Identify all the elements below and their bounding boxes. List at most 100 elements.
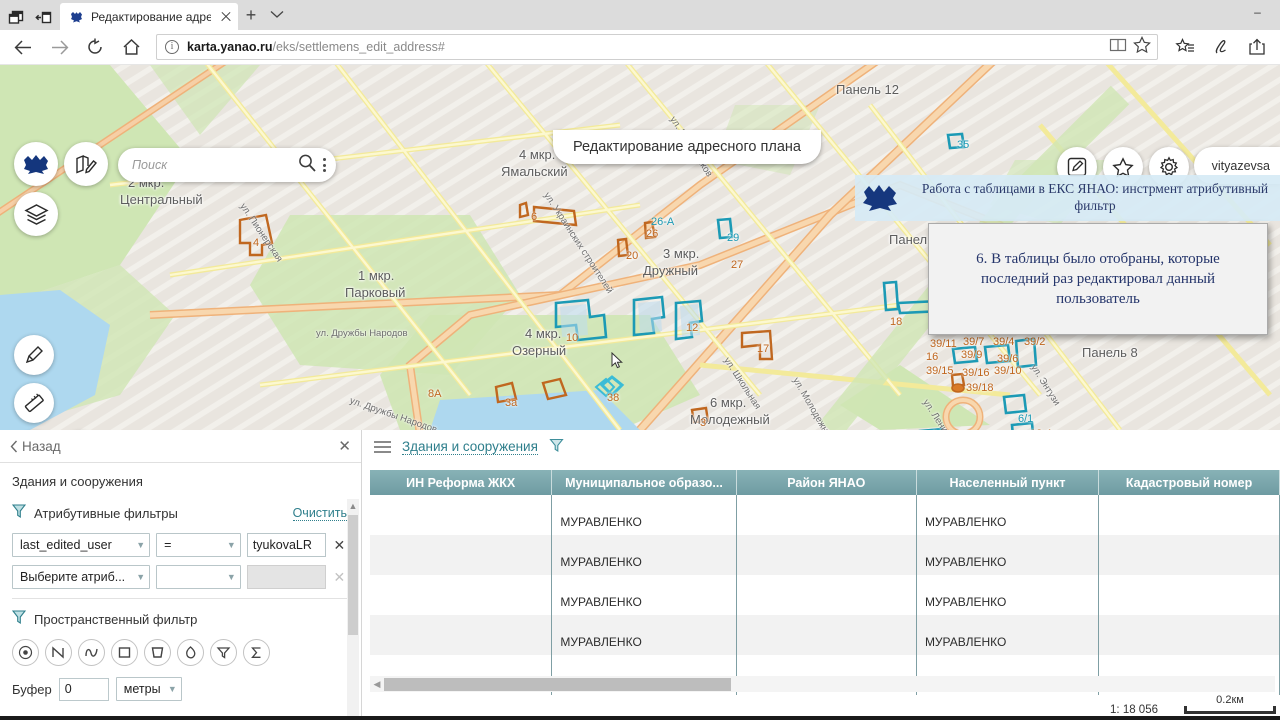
table-cell[interactable]: МУРАВЛЕНКО — [551, 575, 737, 615]
table-cell[interactable]: МУРАВЛЕНКО — [916, 535, 1100, 575]
web-notes-pen-icon[interactable] — [1204, 32, 1238, 62]
map-logo-button[interactable] — [14, 142, 58, 186]
filter-operator-select[interactable]: ▼ — [156, 565, 241, 589]
search-options-kebab-icon[interactable] — [321, 158, 328, 172]
close-panel-icon[interactable]: ✕ — [338, 439, 351, 454]
new-tab-button[interactable]: + — [238, 3, 264, 30]
table-cell[interactable]: МУРАВЛЕНКО — [916, 495, 1100, 535]
table-cell[interactable]: МУРАВЛЕНКО — [551, 615, 737, 655]
table-cell[interactable]: МУРАВЛЕНКО — [551, 495, 737, 535]
minimize-window-button[interactable]: – — [1235, 0, 1280, 24]
window-system-icons — [0, 10, 60, 30]
bottom-area: Назад ✕ Здания и сооружения Атрибутивные… — [0, 430, 1280, 720]
table-cell[interactable]: МУРАВЛЕНКО — [551, 535, 737, 575]
table-cell[interactable] — [736, 615, 917, 655]
polyline-tool-icon[interactable] — [45, 639, 72, 666]
search-input[interactable] — [132, 158, 293, 172]
measure-button[interactable] — [14, 383, 54, 423]
buffer-units-select[interactable]: метры ▼ — [115, 677, 182, 701]
attribute-filter-section-header: Атрибутивные фильтры Очистить — [11, 503, 347, 524]
table-column-header[interactable]: Кадастровый номер — [1098, 470, 1280, 495]
table-cell[interactable] — [1098, 575, 1280, 615]
table-cell[interactable] — [370, 535, 553, 575]
map-search-box[interactable] — [118, 148, 336, 182]
remove-filter-row-icon[interactable]: ✕ — [332, 569, 347, 586]
close-tab-icon[interactable] — [218, 9, 234, 25]
reload-icon[interactable] — [78, 32, 112, 62]
map-scale-indicator: 1: 18 056 0.2км — [1110, 694, 1276, 716]
table-cell[interactable]: МУРАВЛЕНКО — [916, 575, 1100, 615]
scroll-left-icon[interactable]: ◀ — [370, 679, 384, 690]
home-icon[interactable] — [114, 32, 148, 62]
yanao-logo-icon — [69, 10, 84, 24]
search-icon[interactable] — [297, 153, 317, 178]
site-info-icon[interactable]: i — [165, 40, 179, 54]
filter-value-input[interactable] — [246, 565, 326, 589]
table-cell[interactable] — [736, 535, 917, 575]
table-cell[interactable] — [370, 615, 553, 655]
table-column-header[interactable]: ИН Реформа ЖКХ — [370, 470, 553, 495]
scroll-up-icon[interactable]: ▲ — [347, 499, 359, 513]
edit-map-button[interactable] — [64, 142, 108, 186]
filter-tool-icon[interactable] — [210, 639, 237, 666]
attribute-table-title[interactable]: Здания и сооружения — [402, 439, 538, 455]
table-column-header[interactable]: Населенный пункт — [916, 470, 1100, 495]
forward-arrow-icon[interactable] — [42, 32, 76, 62]
table-cell[interactable] — [1098, 495, 1280, 535]
attribute-table[interactable]: ИН Реформа ЖКХ Муниципальное образо... Рай… — [370, 470, 1280, 695]
scale-ratio-label: 1: 18 056 — [1110, 704, 1158, 716]
filter-panel-body: Здания и сооружения Атрибутивные фильтры… — [0, 463, 361, 720]
address-bar[interactable]: i karta.yanao.ru/eks/settlemens_edit_add… — [156, 34, 1158, 60]
table-cell[interactable]: МУРАВЛЕНКО — [916, 615, 1100, 655]
filter-panel-header: Назад ✕ — [0, 430, 361, 463]
table-horizontal-scrollbar[interactable]: ◀ — [370, 676, 1275, 692]
share-icon[interactable] — [1240, 32, 1274, 62]
table-row[interactable]: МУРАВЛЕНКО МУРАВЛЕНКО — [370, 615, 1280, 655]
freehand-polygon-tool-icon[interactable] — [177, 639, 204, 666]
table-cell[interactable] — [736, 495, 917, 535]
hscrollbar-thumb[interactable] — [384, 677, 731, 691]
set-aside-tabs-icon[interactable] — [35, 10, 52, 25]
remove-filter-row-icon[interactable]: ✕ — [332, 537, 347, 554]
sum-tool-icon[interactable] — [243, 639, 270, 666]
favorites-hub-icon[interactable] — [1168, 32, 1202, 62]
freehand-line-tool-icon[interactable] — [78, 639, 105, 666]
funnel-icon[interactable] — [549, 437, 564, 458]
reading-view-icon[interactable] — [1109, 37, 1127, 58]
rectangle-tool-icon[interactable] — [111, 639, 138, 666]
tab-list-chevron-down-icon[interactable] — [264, 3, 290, 30]
filter-value-input[interactable]: tyukovaLR — [246, 533, 326, 557]
chevron-down-icon: ▼ — [167, 684, 177, 694]
panel-scrollbar[interactable]: ▲ ▼ — [347, 499, 359, 720]
back-button[interactable]: Назад — [10, 439, 61, 454]
clear-filters-link[interactable]: Очистить — [292, 506, 347, 521]
filter-attribute-select[interactable]: Выберите атриб... ▼ — [12, 565, 151, 589]
table-column-header[interactable]: Муниципальное образо... — [551, 470, 737, 495]
table-row[interactable]: МУРАВЛЕНКО МУРАВЛЕНКО — [370, 575, 1280, 615]
table-column-header[interactable]: Район ЯНАО — [736, 470, 917, 495]
table-row[interactable]: МУРАВЛЕНКО МУРАВЛЕНКО — [370, 535, 1280, 575]
filter-attribute-select[interactable]: last_edited_user ▼ — [12, 533, 151, 557]
browser-tab[interactable]: Редактирование адрес — [60, 3, 238, 30]
buffer-input[interactable]: 0 — [58, 677, 109, 701]
layers-button[interactable] — [14, 192, 58, 236]
table-cell[interactable] — [1098, 535, 1280, 575]
draw-button[interactable] — [14, 335, 54, 375]
table-cell[interactable] — [736, 575, 917, 615]
username-label: vityazevsa — [1211, 158, 1270, 173]
table-cell[interactable] — [370, 495, 553, 535]
table-cell[interactable] — [370, 575, 553, 615]
add-favorite-star-icon[interactable] — [1133, 35, 1151, 58]
back-arrow-icon[interactable] — [6, 32, 40, 62]
polygon-tool-icon[interactable] — [144, 639, 171, 666]
filter-operator-select[interactable]: = ▼ — [156, 533, 241, 557]
point-tool-icon[interactable] — [12, 639, 39, 666]
map-canvas[interactable]: 2 мкр. Центральный 4 мкр. Ямальский 1 мкр. Па… — [0, 65, 1280, 430]
table-cell[interactable] — [1098, 615, 1280, 655]
data-table: ИН Реформа ЖКХ Муниципальное образо... Рай… — [370, 470, 1280, 695]
restore-window-icon[interactable] — [8, 10, 25, 25]
screen-bottom-edge — [0, 716, 1280, 720]
scrollbar-thumb[interactable] — [348, 515, 358, 635]
table-row[interactable]: МУРАВЛЕНКО МУРАВЛЕНКО — [370, 495, 1280, 535]
hamburger-icon[interactable] — [374, 441, 391, 453]
